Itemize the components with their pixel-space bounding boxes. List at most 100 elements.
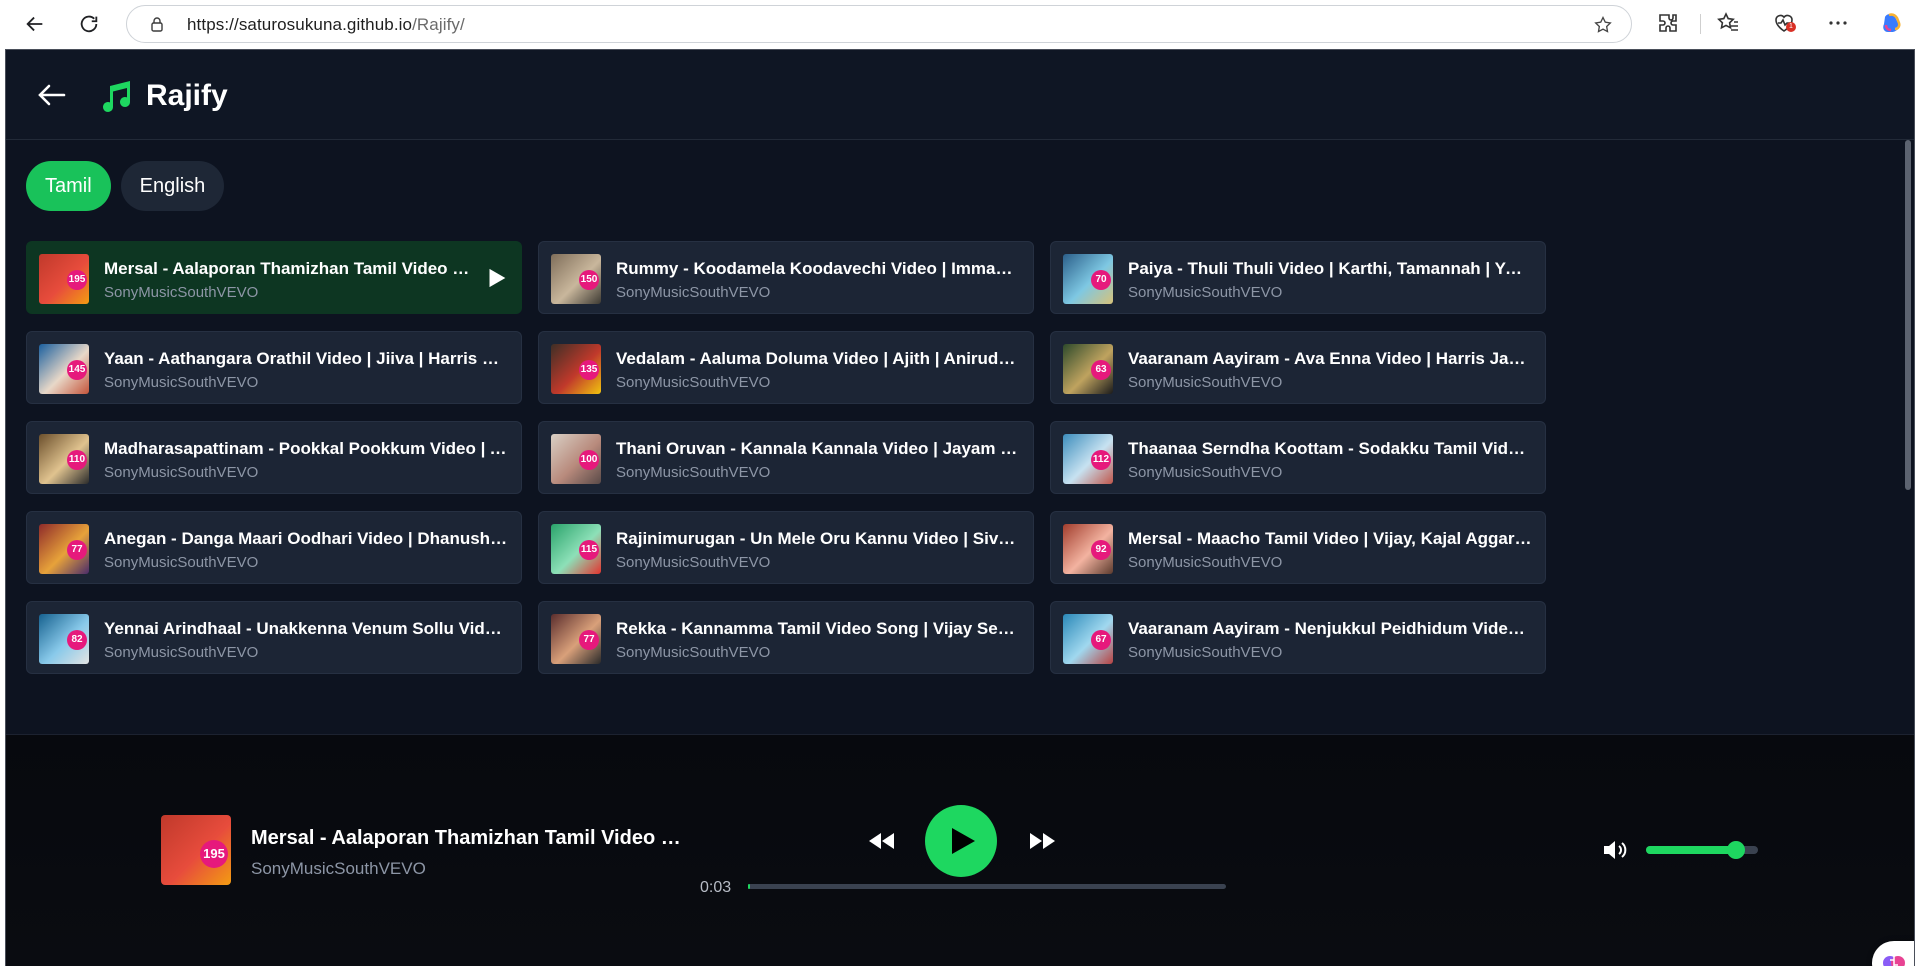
song-card[interactable]: 135 Vedalam - Aaluma Doluma Video | Ajith… [538,331,1034,404]
previous-track-icon[interactable] [866,829,896,853]
song-thumbnail: 110 [39,434,89,484]
extensions-icon[interactable] [1656,11,1680,35]
play-icon[interactable] [487,267,507,289]
language-tabs: Tamil English [26,161,225,211]
views-badge: 195 [67,270,87,290]
browser-toolbar: https://saturosukuna.github.io/Rajify/ 1 [0,0,1920,48]
more-options-icon[interactable] [1826,11,1850,35]
song-thumbnail: 67 [1063,614,1113,664]
notification-badge: 1 [1786,22,1796,32]
song-card[interactable]: 110 Madharasapattinam - Pookkal Pookkum V… [26,421,522,494]
lock-icon[interactable] [149,16,165,32]
now-playing-title: Mersal - Aalaporan Thamizhan Tamil Video… [251,827,681,849]
song-title: Vaaranam Aayiram - Nenjukkul Peidhidum V… [1128,619,1532,638]
song-artist: SonyMusicSouthVEVO [104,284,259,301]
song-thumbnail: 63 [1063,344,1113,394]
url-text[interactable]: https://saturosukuna.github.io/Rajify/ [187,15,465,35]
song-title: Yennai Arindhaal - Unakkenna Venum Sollu… [104,619,508,638]
song-card[interactable]: 63 Vaaranam Aayiram - Ava Enna Video | Ha… [1050,331,1546,404]
back-arrow-icon[interactable] [36,80,68,110]
views-badge: 110 [67,450,87,470]
volume-knob[interactable] [1726,841,1745,859]
song-title: Thaanaa Serndha Koottam - Sodakku Tamil … [1128,439,1532,458]
song-thumbnail: 92 [1063,524,1113,574]
views-badge: 67 [1091,630,1111,650]
song-thumbnail: 115 [551,524,601,574]
play-button[interactable] [925,805,997,877]
music-note-icon [103,81,130,112]
song-title: Rummy - Koodamela Koodavechi Video | Imm… [616,259,1020,278]
song-title: Anegan - Danga Maari Oodhari Video | Dha… [104,529,508,548]
volume-slider[interactable] [1646,841,1758,859]
views-badge: 100 [579,450,599,470]
views-badge: 77 [67,540,87,560]
song-thumbnail: 77 [551,614,601,664]
song-artist: SonyMusicSouthVEVO [616,554,771,571]
player-bar: 195 Mersal - Aalaporan Thamizhan Tamil V… [6,734,1914,966]
song-title: Rajinimurugan - Un Mele Oru Kannu Video … [616,529,1020,548]
song-artist: SonyMusicSouthVEVO [616,464,771,481]
progress-fill [748,884,751,889]
song-card[interactable]: 77 Anegan - Danga Maari Oodhari Video | D… [26,511,522,584]
current-time: 0:03 [700,879,732,896]
song-artist: SonyMusicSouthVEVO [104,554,259,571]
copilot-icon[interactable] [1880,11,1904,35]
song-artist: SonyMusicSouthVEVO [1128,554,1283,571]
song-artist: SonyMusicSouthVEVO [1128,644,1283,661]
views-badge: 145 [67,360,87,380]
next-track-icon[interactable] [1028,829,1058,853]
favorite-star-icon[interactable] [1593,15,1613,35]
song-artist: SonyMusicSouthVEVO [104,374,259,391]
app-title: Rajify [146,79,228,112]
song-grid: 195 Mersal - Aalaporan Thamizhan Tamil Vi… [26,241,1888,731]
tab-tamil[interactable]: Tamil [26,161,111,211]
play-icon [952,828,975,854]
views-badge: 112 [1091,450,1111,470]
address-bar[interactable]: https://saturosukuna.github.io/Rajify/ [126,5,1632,43]
song-artist: SonyMusicSouthVEVO [1128,284,1283,301]
url-host: https://saturosukuna.github.io [187,15,413,34]
song-card[interactable]: 82 Yennai Arindhaal - Unakkenna Venum Sol… [26,601,522,674]
back-arrow-icon[interactable] [18,8,52,40]
now-playing-thumbnail: 195 [161,815,231,885]
song-thumbnail: 135 [551,344,601,394]
scrollbar-thumb[interactable] [1905,140,1911,490]
song-title: Vedalam - Aaluma Doluma Video | Ajith | … [616,349,1020,368]
song-card[interactable]: 77 Rekka - Kannamma Tamil Video Song | Vi… [538,601,1034,674]
song-card[interactable]: 100 Thani Oruvan - Kannala Kannala Video … [538,421,1034,494]
song-artist: SonyMusicSouthVEVO [104,464,259,481]
song-card[interactable]: 150 Rummy - Koodamela Koodavechi Video | … [538,241,1034,314]
song-card[interactable]: 195 Mersal - Aalaporan Thamizhan Tamil Vi… [26,241,522,314]
song-artist: SonyMusicSouthVEVO [104,644,259,661]
song-artist: SonyMusicSouthVEVO [616,644,771,661]
views-badge: 150 [579,270,599,290]
views-badge: 82 [67,630,87,650]
song-thumbnail: 145 [39,344,89,394]
song-title: Thani Oruvan - Kannala Kannala Video | J… [616,439,1020,458]
url-path: /Rajify/ [412,15,465,34]
views-badge: 70 [1091,270,1111,290]
song-card[interactable]: 70 Paiya - Thuli Thuli Video | Karthi, Ta… [1050,241,1546,314]
song-title: Vaaranam Aayiram - Ava Enna Video | Harr… [1128,349,1532,368]
progress-bar[interactable] [748,884,1226,889]
song-card[interactable]: 112 Thaanaa Serndha Koottam - Sodakku Tam… [1050,421,1546,494]
song-title: Mersal - Maacho Tamil Video | Vijay, Kaj… [1128,529,1532,548]
favorites-icon[interactable] [1716,11,1740,35]
song-card[interactable]: 115 Rajinimurugan - Un Mele Oru Kannu Vid… [538,511,1034,584]
song-title: Madharasapattinam - Pookkal Pookkum Vide… [104,439,508,458]
scrollbar[interactable] [1904,140,1912,680]
song-title: Mersal - Aalaporan Thamizhan Tamil Video… [104,259,474,278]
tab-english[interactable]: English [120,161,225,211]
views-badge: 115 [579,540,599,560]
reload-icon[interactable] [72,8,106,40]
song-artist: SonyMusicSouthVEVO [616,284,771,301]
song-thumbnail: 82 [39,614,89,664]
views-badge: 77 [579,630,599,650]
volume-icon[interactable] [1601,838,1629,862]
song-card[interactable]: 145 Yaan - Aathangara Orathil Video | Jii… [26,331,522,404]
song-title: Paiya - Thuli Thuli Video | Karthi, Tama… [1128,259,1532,278]
song-card[interactable]: 92 Mersal - Maacho Tamil Video | Vijay, K… [1050,511,1546,584]
song-thumbnail: 112 [1063,434,1113,484]
song-artist: SonyMusicSouthVEVO [616,374,771,391]
song-card[interactable]: 67 Vaaranam Aayiram - Nenjukkul Peidhidum… [1050,601,1546,674]
